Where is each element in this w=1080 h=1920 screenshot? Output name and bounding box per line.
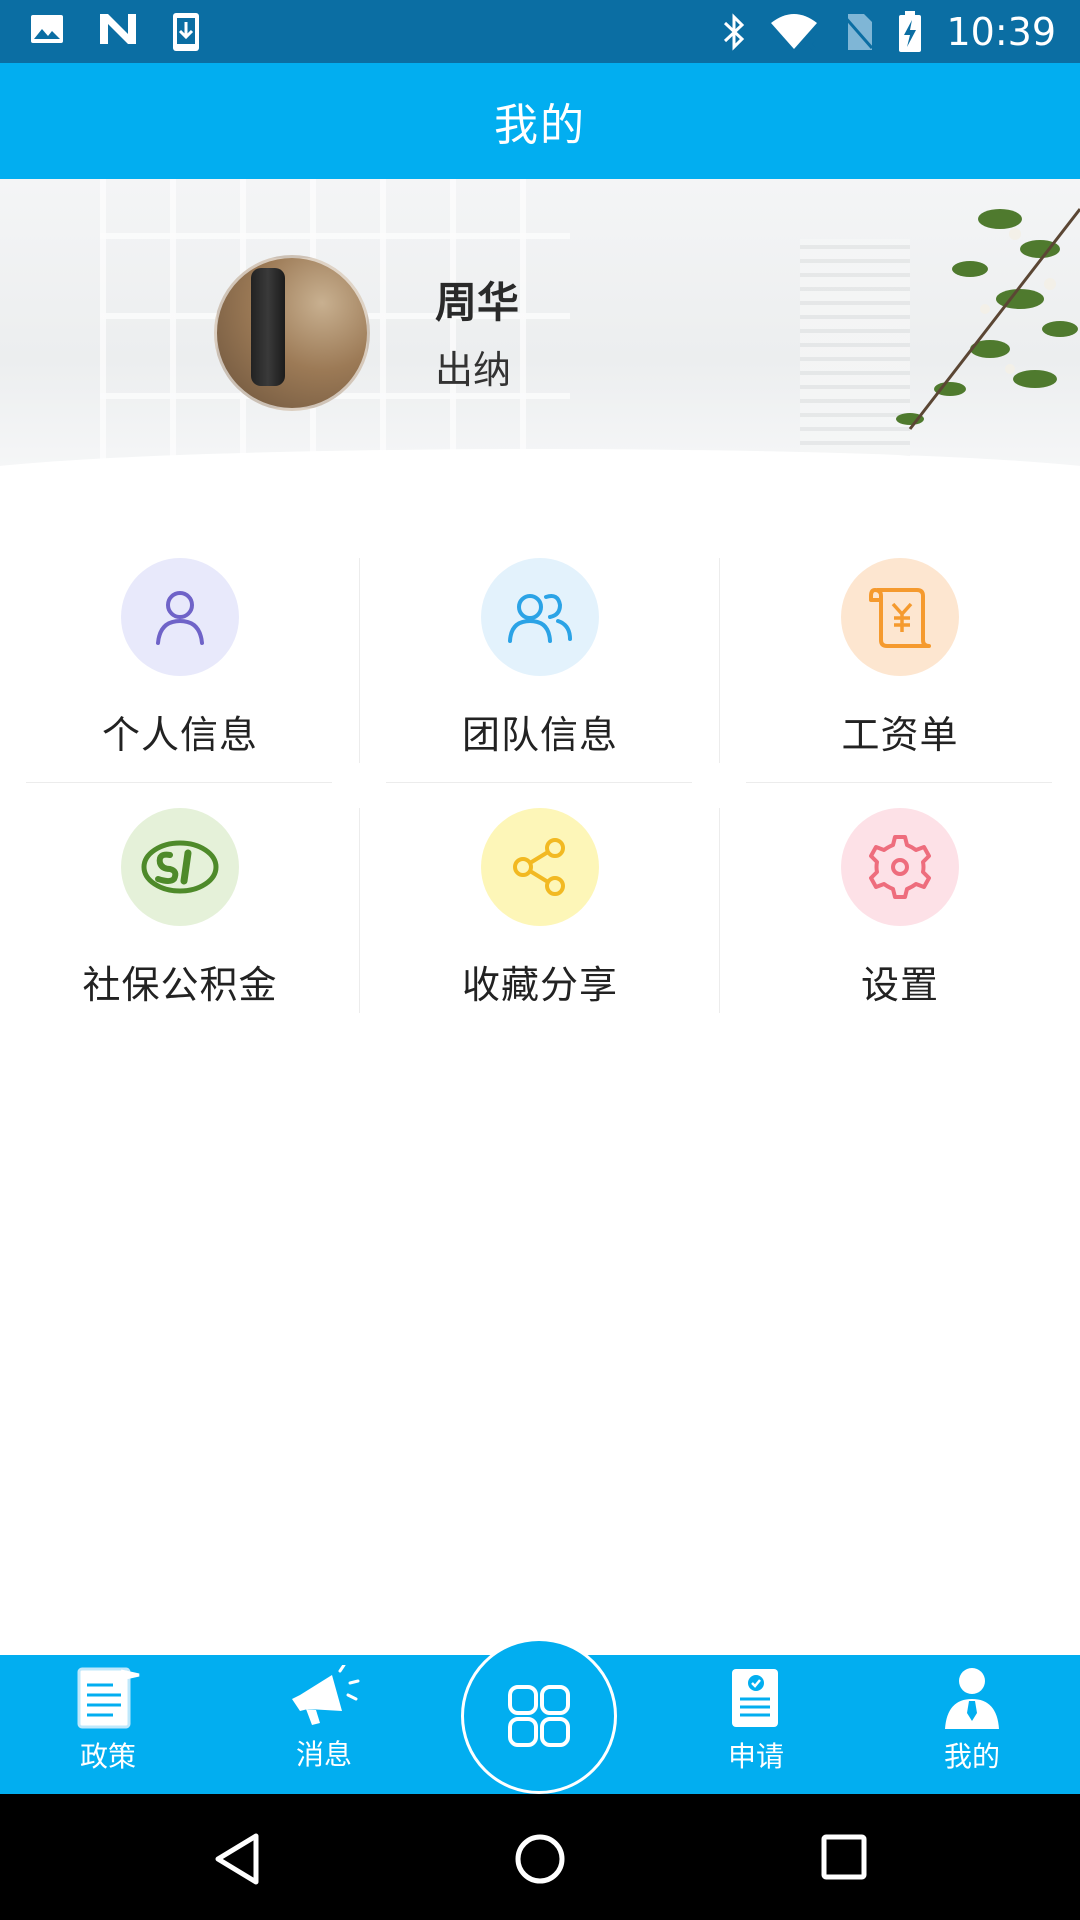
menu-grid: 个人信息 团队信息 工资单 社保公积金 收藏分享 设置 xyxy=(0,540,1080,1040)
menu-label: 设置 xyxy=(860,963,939,1007)
page-title: 我的 xyxy=(494,100,586,151)
menu-item-social-security[interactable]: 社保公积金 xyxy=(0,790,360,1040)
profile-header: 周华 出纳 xyxy=(0,179,1080,479)
application-icon xyxy=(732,1669,778,1727)
payslip-icon-circle xyxy=(841,558,959,676)
image-icon xyxy=(31,15,63,43)
payslip-icon xyxy=(869,588,931,648)
status-bar: 10:39 xyxy=(0,0,1080,63)
social-security-icon xyxy=(141,840,219,894)
menu-label: 社保公积金 xyxy=(82,963,278,1007)
nav-item-policy[interactable]: 政策 xyxy=(48,1665,168,1775)
n-icon xyxy=(100,14,136,44)
grid-divider xyxy=(746,782,1052,783)
menu-label: 个人信息 xyxy=(101,713,258,757)
settings-icon-circle xyxy=(841,808,959,926)
grid-divider xyxy=(719,808,720,1013)
gear-icon xyxy=(869,835,931,899)
center-apps-button[interactable] xyxy=(461,1638,617,1794)
no-sim-icon xyxy=(843,14,874,50)
grid-divider xyxy=(359,808,360,1013)
nav-label: 申请 xyxy=(727,1740,784,1773)
user-icon xyxy=(945,1668,999,1729)
team-info-icon-circle xyxy=(481,558,599,676)
megaphone-icon xyxy=(292,1665,360,1725)
personal-info-icon-circle xyxy=(121,558,239,676)
bluetooth-icon xyxy=(724,13,745,51)
team-icon xyxy=(508,594,572,643)
back-icon[interactable] xyxy=(212,1832,262,1886)
battery-charging-icon xyxy=(899,11,922,52)
grid-divider xyxy=(386,782,692,783)
favorites-share-icon-circle xyxy=(481,808,599,926)
menu-label: 收藏分享 xyxy=(461,963,618,1007)
system-nav-bar xyxy=(0,1794,1080,1920)
avatar[interactable] xyxy=(214,255,370,411)
app-bar: 我的 xyxy=(0,63,1080,179)
avatar-photo xyxy=(251,268,285,386)
recents-icon[interactable] xyxy=(820,1832,868,1882)
status-time: 10:39 xyxy=(946,10,1056,54)
grid-divider xyxy=(26,782,332,783)
nav-label: 消息 xyxy=(295,1738,352,1771)
social-security-icon-circle xyxy=(121,808,239,926)
profile-role: 出纳 xyxy=(435,348,512,392)
grid-divider xyxy=(359,558,360,763)
home-icon[interactable] xyxy=(513,1832,567,1886)
background-plant xyxy=(896,208,1080,430)
menu-item-personal-info[interactable]: 个人信息 xyxy=(0,540,360,790)
grid-divider xyxy=(719,558,720,763)
menu-label: 工资单 xyxy=(841,713,959,757)
wifi-icon xyxy=(771,14,818,51)
person-icon xyxy=(156,591,204,645)
menu-row: 社保公积金 收藏分享 设置 xyxy=(0,790,1080,1040)
menu-item-team-info[interactable]: 团队信息 xyxy=(360,540,720,790)
menu-item-settings[interactable]: 设置 xyxy=(720,790,1080,1040)
policy-icon xyxy=(77,1667,140,1729)
share-icon xyxy=(513,838,565,896)
menu-row: 个人信息 团队信息 工资单 xyxy=(0,540,1080,790)
nav-item-messages[interactable]: 消息 xyxy=(264,1665,384,1773)
nav-label: 政策 xyxy=(79,1740,136,1773)
nav-item-mine[interactable]: 我的 xyxy=(912,1665,1032,1775)
profile-name: 周华 xyxy=(435,278,520,327)
apps-grid-icon xyxy=(508,1685,570,1747)
menu-item-payslip[interactable]: 工资单 xyxy=(720,540,1080,790)
menu-item-favorites-share[interactable]: 收藏分享 xyxy=(360,790,720,1040)
download-icon xyxy=(173,13,199,51)
menu-label: 团队信息 xyxy=(461,713,618,757)
nav-item-application[interactable]: 申请 xyxy=(696,1665,816,1775)
nav-label: 我的 xyxy=(943,1740,1000,1773)
